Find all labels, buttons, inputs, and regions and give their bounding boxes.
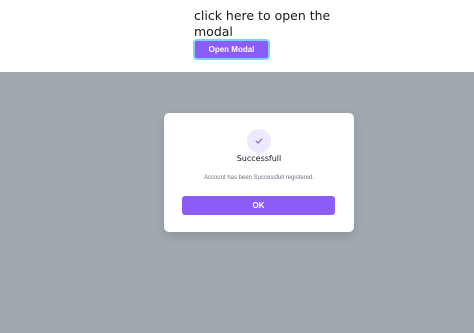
success-modal: Successfull Account has been Successfull… (164, 113, 354, 232)
ok-button[interactable]: OK (182, 196, 335, 215)
check-icon (247, 129, 271, 153)
modal-message: Account has been Successfull registered. (203, 175, 315, 181)
prompt-text: click here to open the modal (194, 8, 331, 39)
open-modal-button[interactable]: Open Modal (193, 39, 270, 60)
modal-title: Successfull (236, 154, 282, 163)
page-header: click here to open the modal Open Modal (0, 0, 474, 72)
